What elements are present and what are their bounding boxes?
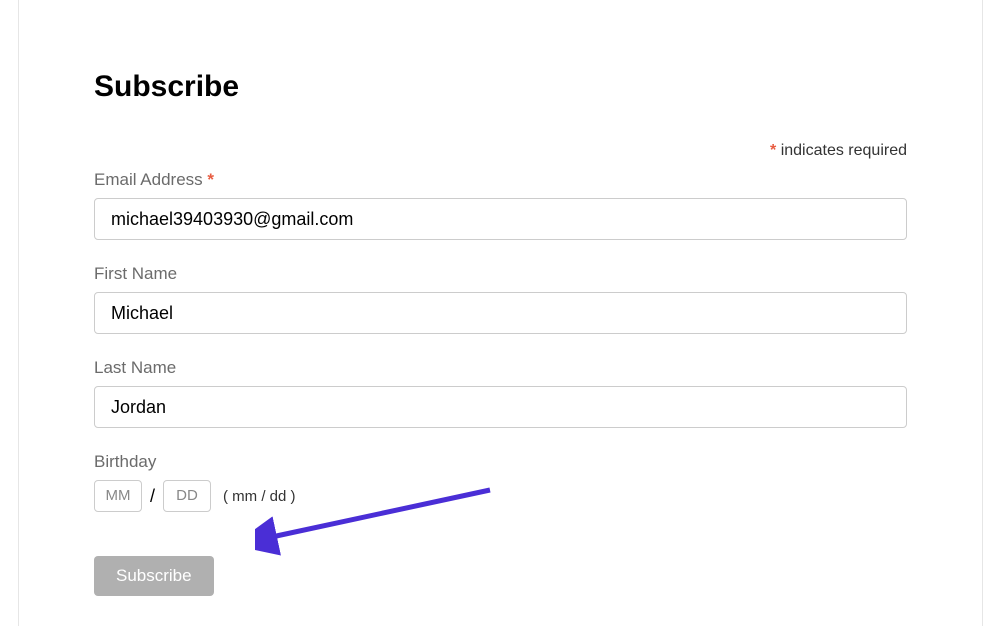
last-name-label: Last Name	[94, 358, 907, 378]
birthday-label: Birthday	[94, 452, 907, 472]
last-name-field[interactable]	[94, 386, 907, 428]
birthday-inputs: / ( mm / dd )	[94, 480, 907, 512]
date-separator: /	[150, 486, 155, 507]
last-name-group: Last Name	[94, 358, 907, 428]
email-field[interactable]	[94, 198, 907, 240]
first-name-field[interactable]	[94, 292, 907, 334]
first-name-label: First Name	[94, 264, 907, 284]
birthday-day-field[interactable]	[163, 480, 211, 512]
subscribe-form-container: Subscribe * indicates required Email Add…	[0, 0, 1001, 596]
birthday-group: Birthday / ( mm / dd )	[94, 452, 907, 512]
email-label-text: Email Address	[94, 170, 203, 189]
birthday-format-hint: ( mm / dd )	[223, 488, 296, 505]
asterisk-icon: *	[207, 170, 214, 189]
page-title: Subscribe	[94, 70, 907, 104]
email-group: Email Address *	[94, 170, 907, 240]
left-border	[18, 0, 19, 626]
email-label: Email Address *	[94, 170, 907, 190]
required-note-text: indicates required	[781, 142, 907, 159]
asterisk-icon: *	[770, 142, 776, 159]
right-border	[982, 0, 983, 626]
first-name-group: First Name	[94, 264, 907, 334]
birthday-month-field[interactable]	[94, 480, 142, 512]
required-indicator-note: * indicates required	[94, 142, 907, 160]
subscribe-button[interactable]: Subscribe	[94, 556, 214, 596]
